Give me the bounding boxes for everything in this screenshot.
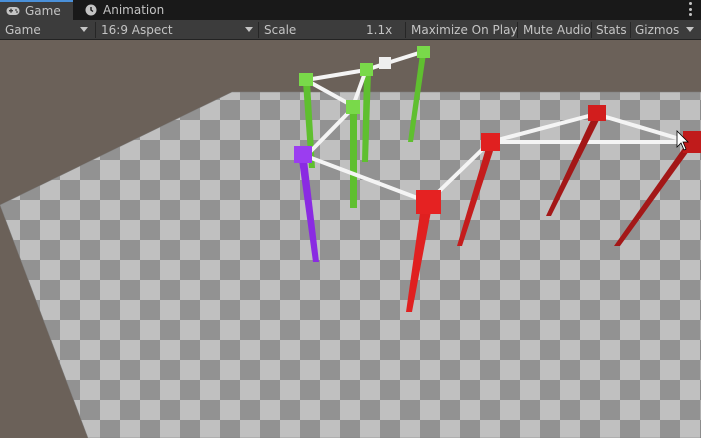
- aspect-dropdown-label: 16:9 Aspect: [101, 22, 173, 37]
- white-cube: [379, 57, 391, 69]
- tab-animation-label: Animation: [103, 3, 165, 17]
- aspect-chevron-down-icon: [245, 27, 253, 32]
- tab-bar: Game Animation: [0, 0, 701, 20]
- gizmos-dropdown[interactable]: Gizmos: [635, 20, 679, 39]
- display-dropdown[interactable]: Game: [5, 20, 41, 39]
- game-viewport-render: [0, 40, 701, 438]
- scale-label: Scale: [264, 22, 297, 37]
- game-toolbar: Game 16:9 Aspect Scale 1.1x Maximize On …: [0, 20, 701, 55]
- mute-audio-toggle[interactable]: Mute Audio: [523, 20, 591, 39]
- stats-toggle[interactable]: Stats: [596, 20, 627, 39]
- tab-animation[interactable]: Animation: [78, 0, 164, 20]
- more-options-icon[interactable]: [687, 2, 693, 16]
- gizmos-dropdown-label: Gizmos: [635, 22, 680, 37]
- display-dropdown-label: Game: [5, 22, 41, 37]
- display-chevron-down-icon: [80, 27, 88, 32]
- clock-icon: [84, 4, 98, 16]
- aspect-dropdown[interactable]: 16:9 Aspect: [101, 20, 173, 39]
- maximize-on-play-toggle[interactable]: Maximize On Play: [411, 20, 518, 39]
- game-view[interactable]: [0, 40, 701, 438]
- tab-game-label: Game: [25, 4, 61, 18]
- gizmos-chevron-down-icon: [686, 27, 694, 32]
- purple-cube: [294, 146, 312, 163]
- scale-value: 1.1x: [366, 22, 393, 37]
- gamepad-icon: [6, 5, 20, 17]
- tab-game[interactable]: Game: [0, 0, 73, 20]
